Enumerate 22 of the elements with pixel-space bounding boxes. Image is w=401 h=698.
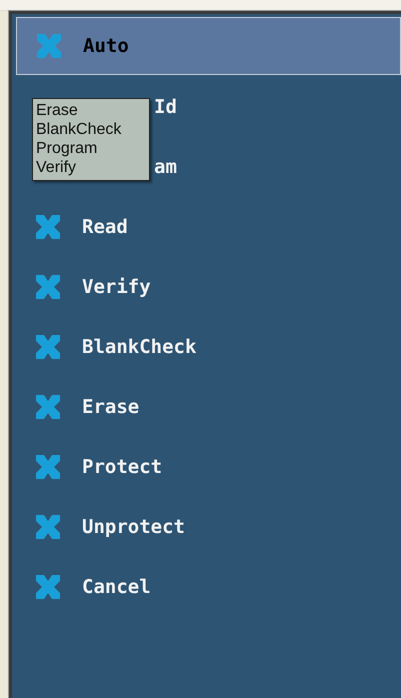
cross-icon	[36, 335, 60, 359]
cross-icon	[36, 515, 60, 539]
menu-item[interactable]: Cancel	[82, 576, 151, 598]
menu-item[interactable]: Id	[154, 96, 177, 118]
menu-item[interactable]: Read	[82, 216, 128, 238]
cross-icon	[36, 575, 60, 599]
cross-icon	[36, 455, 60, 479]
menu-item[interactable]: BlankCheck	[82, 336, 196, 358]
tooltip-line: Program	[36, 139, 98, 158]
menu-item[interactable]: Erase	[82, 396, 140, 418]
menu-item[interactable]: Protect	[82, 456, 162, 478]
menu-item[interactable]: Verify	[82, 276, 151, 298]
cross-icon	[36, 395, 60, 419]
cross-icon	[37, 34, 61, 58]
tooltip-line: Verify	[36, 158, 78, 177]
tooltip-line: BlankCheck	[36, 120, 122, 139]
cross-icon	[36, 215, 60, 239]
menu-item[interactable]: Auto	[83, 35, 129, 57]
tooltip-line: Erase	[36, 101, 79, 120]
menu-item[interactable]: Unprotect	[82, 516, 185, 538]
cross-icon	[36, 275, 60, 299]
menu-item[interactable]: am	[154, 156, 177, 178]
